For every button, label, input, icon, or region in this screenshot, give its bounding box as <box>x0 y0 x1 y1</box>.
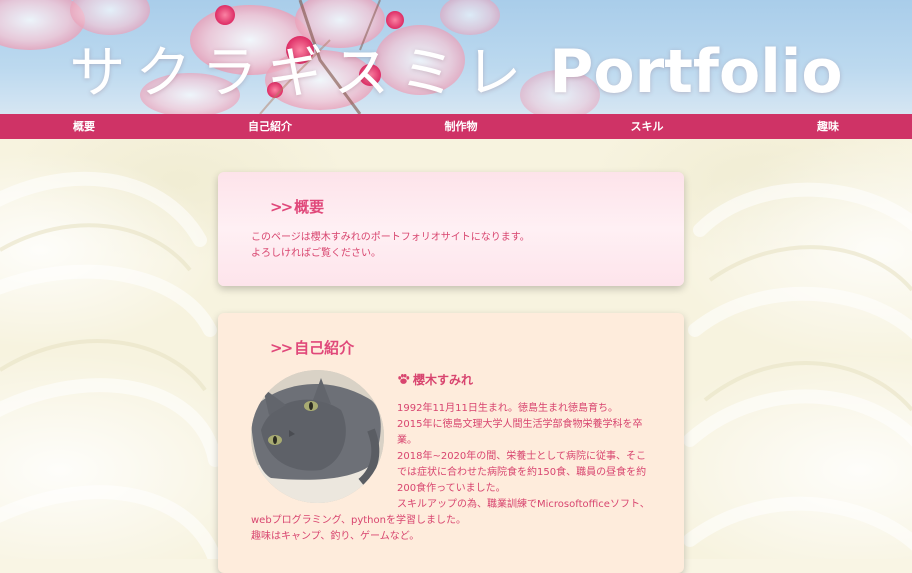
overview-card: >> 概要 このページは櫻木すみれのポートフォリオサイトになります。 よろしければ… <box>218 172 684 286</box>
nav-item-hobbies[interactable]: 趣味 <box>817 114 839 139</box>
bio-paragraph: 趣味はキャンプ、釣り、ゲームなど。 <box>251 531 420 542</box>
profile-name-text: 櫻木すみれ <box>413 373 474 387</box>
overview-heading: >> 概要 <box>270 196 324 217</box>
self-intro-card: >> 自己紹介 櫻木すみれ 1992年11月11日生まれ。徳島生まれ徳島育ち。 … <box>218 313 684 573</box>
chevron-right-icon: >> <box>270 339 293 357</box>
overview-text-line: このページは櫻木すみれのポートフォリオサイトになります。 <box>251 232 530 243</box>
profile-bio: 1992年11月11日生まれ。徳島生まれ徳島育ち。 2015年に徳島文理大学人間… <box>251 401 653 545</box>
nav-item-overview[interactable]: 概要 <box>73 114 95 139</box>
main-nav: 概要 自己紹介 制作物 スキル 趣味 <box>0 114 912 139</box>
nav-item-works[interactable]: 制作物 <box>445 114 478 139</box>
chevron-right-icon: >> <box>270 198 293 216</box>
site-title-portfolio: Portfolio <box>549 37 843 107</box>
header-banner: サクラギスミレ Portfolio <box>0 0 912 114</box>
site-title-japanese: サクラギスミレ <box>69 41 532 106</box>
nav-item-self-intro[interactable]: 自己紹介 <box>248 114 292 139</box>
profile-name: 櫻木すみれ <box>397 371 473 388</box>
paw-icon <box>398 374 410 384</box>
overview-text-line: よろしければご覧ください。 <box>251 248 381 259</box>
site-title: サクラギスミレ Portfolio <box>0 28 912 109</box>
self-intro-heading: >> 自己紹介 <box>270 337 354 358</box>
self-intro-heading-text: 自己紹介 <box>294 339 355 357</box>
overview-heading-text: 概要 <box>294 198 325 216</box>
overview-text: このページは櫻木すみれのポートフォリオサイトになります。 よろしければご覧くださ… <box>251 230 671 262</box>
nav-item-skills[interactable]: スキル <box>631 114 664 139</box>
